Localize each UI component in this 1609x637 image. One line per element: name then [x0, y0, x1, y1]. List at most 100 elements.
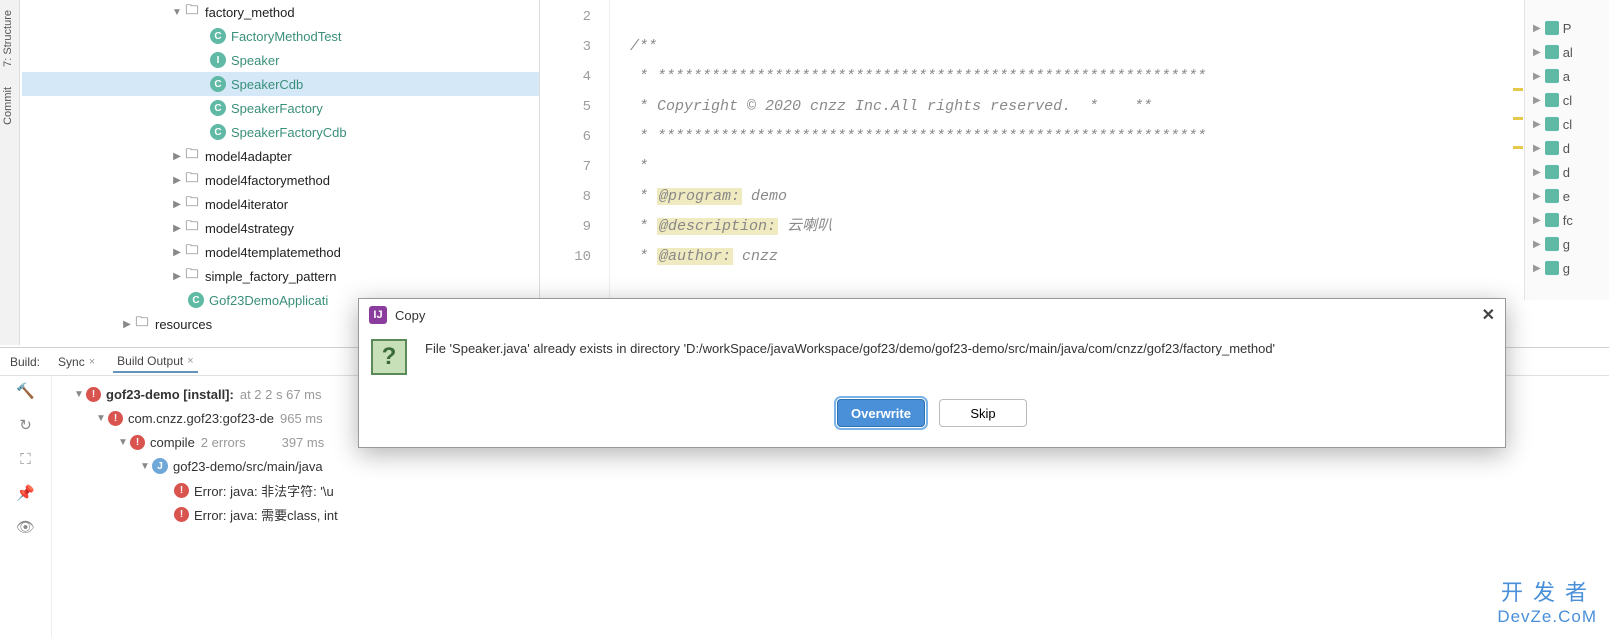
tree-interface-speaker[interactable]: I Speaker: [22, 48, 539, 72]
tree-label: Gof23DemoApplicati: [209, 293, 328, 308]
tree-label: model4strategy: [205, 221, 294, 236]
build-text: Error: java: 非法字符: '\u: [194, 481, 334, 500]
skip-button[interactable]: Skip: [939, 399, 1027, 427]
tree-class-speakerfactorycdb[interactable]: C SpeakerFactoryCdb: [22, 120, 539, 144]
chevron-right-icon: ▶: [170, 199, 184, 210]
structure-item[interactable]: ▶d: [1525, 136, 1609, 160]
editor-stripe: [1513, 88, 1523, 175]
chevron-right-icon: ▶: [120, 319, 134, 330]
error-icon: !: [108, 411, 123, 426]
structure-item[interactable]: ▶al: [1525, 40, 1609, 64]
structure-item[interactable]: ▶fc: [1525, 208, 1609, 232]
tree-label: SpeakerFactory: [231, 101, 323, 116]
code-line: * **************************************…: [630, 122, 1509, 152]
commit-tab[interactable]: Commit: [0, 77, 16, 135]
interface-icon: I: [210, 52, 226, 68]
tree-folder-model4adapter[interactable]: ▶🗀model4adapter: [22, 144, 539, 168]
tree-folder-simple-factory-pattern[interactable]: ▶🗀simple_factory_pattern: [22, 264, 539, 288]
tree-folder-model4factorymethod[interactable]: ▶🗀model4factorymethod: [22, 168, 539, 192]
module-icon: [1545, 213, 1559, 227]
folder-icon: 🗀: [134, 316, 150, 332]
tree-folder-model4templatemethod[interactable]: ▶🗀model4templatemethod: [22, 240, 539, 264]
tree-folder-model4iterator[interactable]: ▶🗀model4iterator: [22, 192, 539, 216]
build-text: gof23-demo/src/main/java: [173, 459, 323, 474]
tree-folder-factory-method[interactable]: ▼ 🗀 factory_method: [22, 0, 539, 24]
chevron-right-icon: ▶: [1533, 23, 1541, 34]
structure-item[interactable]: ▶g: [1525, 232, 1609, 256]
build-text: Error: java: 需要class, int: [194, 505, 338, 524]
tree-label: model4templatemethod: [205, 245, 341, 260]
tree-class-speakercdb[interactable]: C SpeakerCdb: [22, 72, 539, 96]
chevron-down-icon: ▼: [116, 437, 130, 448]
tab-sync[interactable]: Sync×: [54, 352, 99, 372]
chevron-right-icon: ▶: [1533, 263, 1541, 274]
close-icon[interactable]: ×: [89, 356, 95, 368]
stripe-mark[interactable]: [1513, 146, 1523, 149]
pin-icon[interactable]: 📌: [15, 482, 37, 504]
chevron-down-icon: ▼: [72, 389, 86, 400]
dialog-titlebar[interactable]: IJ Copy ✕: [359, 299, 1505, 331]
chevron-right-icon: ▶: [1533, 191, 1541, 202]
class-icon: C: [210, 124, 226, 140]
build-label: Build:: [10, 355, 40, 369]
tree-label: model4factorymethod: [205, 173, 330, 188]
structure-item[interactable]: ▶g: [1525, 256, 1609, 280]
code-editor[interactable]: 2345678910 /** * ***********************…: [540, 0, 1509, 300]
watermark: 开发者 DevZe.CoM: [1497, 575, 1597, 627]
folder-icon: 🗀: [184, 172, 200, 188]
right-structure-panel: ▶P ▶al ▶a ▶cl ▶cl ▶d ▶d ▶e ▶fc ▶g ▶g: [1524, 0, 1609, 300]
refresh-icon[interactable]: ↻: [15, 414, 37, 436]
close-icon[interactable]: ×: [187, 355, 193, 367]
watermark-line1: 开发者: [1497, 575, 1597, 607]
build-text: compile: [150, 435, 195, 450]
build-meta: 397 ms: [282, 435, 325, 450]
build-meta: 2 errors: [201, 435, 246, 450]
build-row-path[interactable]: ▼ J gof23-demo/src/main/java: [52, 454, 1609, 478]
tree-label: SpeakerCdb: [231, 77, 303, 92]
project-tree: ▼ 🗀 factory_method C FactoryMethodTest I…: [22, 0, 540, 345]
structure-item[interactable]: ▶P: [1525, 16, 1609, 40]
eye-icon[interactable]: 👁: [15, 516, 37, 538]
folder-icon: 🗀: [184, 220, 200, 236]
tree-label: SpeakerFactoryCdb: [231, 125, 347, 140]
structure-tab[interactable]: 7: Structure: [0, 0, 16, 77]
tree-folder-model4strategy[interactable]: ▶🗀model4strategy: [22, 216, 539, 240]
chevron-right-icon: ▶: [170, 247, 184, 258]
module-icon: [1545, 189, 1559, 203]
dialog-message: File 'Speaker.java' already exists in di…: [425, 339, 1275, 359]
structure-item[interactable]: ▶e: [1525, 184, 1609, 208]
chevron-right-icon: ▶: [1533, 71, 1541, 82]
stripe-mark[interactable]: [1513, 88, 1523, 91]
tab-build-output[interactable]: Build Output×: [113, 351, 197, 373]
structure-item[interactable]: ▶cl: [1525, 88, 1609, 112]
chevron-right-icon: ▶: [1533, 239, 1541, 250]
filter-icon[interactable]: ⛶: [15, 448, 37, 470]
tree-label: simple_factory_pattern: [205, 269, 337, 284]
build-text: gof23-demo [install]:: [106, 387, 234, 402]
chevron-right-icon: ▶: [1533, 95, 1541, 106]
code-line: * @description: 云喇叭: [630, 212, 1509, 242]
tree-class-speakerfactory[interactable]: C SpeakerFactory: [22, 96, 539, 120]
build-meta: at 2 2 s 67 ms: [240, 387, 322, 402]
tree-label: model4adapter: [205, 149, 292, 164]
module-icon: [1545, 117, 1559, 131]
chevron-right-icon: ▶: [1533, 119, 1541, 130]
close-icon[interactable]: ✕: [1482, 305, 1495, 325]
module-icon: [1545, 45, 1559, 59]
structure-item[interactable]: ▶d: [1525, 160, 1609, 184]
question-icon: ?: [371, 339, 407, 375]
code-area[interactable]: /** * **********************************…: [610, 0, 1509, 300]
hammer-icon[interactable]: 🔨: [15, 380, 37, 402]
build-row-error-1[interactable]: ! Error: java: 非法字符: '\u: [52, 478, 1609, 502]
error-icon: !: [130, 435, 145, 450]
tree-label: factory_method: [205, 5, 295, 20]
chevron-right-icon: ▶: [1533, 143, 1541, 154]
build-row-error-2[interactable]: ! Error: java: 需要class, int: [52, 502, 1609, 526]
overwrite-button[interactable]: Overwrite: [837, 399, 925, 427]
stripe-mark[interactable]: [1513, 117, 1523, 120]
structure-item[interactable]: ▶a: [1525, 64, 1609, 88]
tree-label: Speaker: [231, 53, 279, 68]
tree-class-factorymethodtest[interactable]: C FactoryMethodTest: [22, 24, 539, 48]
structure-item[interactable]: ▶cl: [1525, 112, 1609, 136]
module-icon: [1545, 237, 1559, 251]
